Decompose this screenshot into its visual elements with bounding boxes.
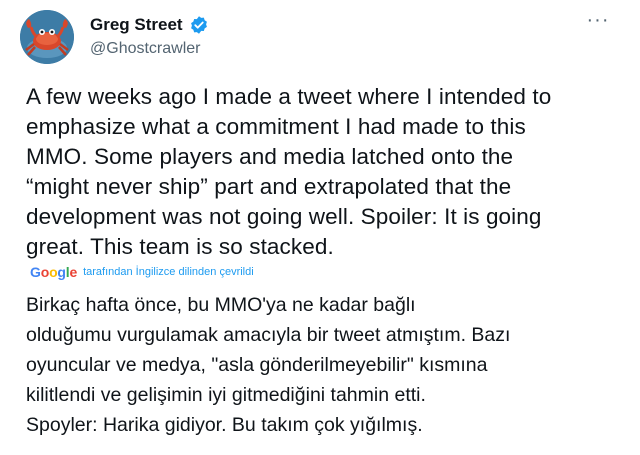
translation-attribution: Google tarafından İngilizce dilinden çev… xyxy=(30,263,254,281)
translated-tweet-text: Birkaç hafta önce, bu MMO'ya ne kadar ba… xyxy=(26,294,511,436)
tweet-card: Greg Street @Ghostcrawler ··· A few week… xyxy=(0,0,640,455)
crab-avatar-icon[interactable] xyxy=(20,10,74,64)
verified-badge-icon xyxy=(189,15,209,35)
author-name-row: Greg Street xyxy=(90,14,209,36)
tweet-text: A few weeks ago I made a tweet where I i… xyxy=(26,84,552,259)
author-handle[interactable]: @Ghostcrawler xyxy=(90,40,209,58)
author-display-name[interactable]: Greg Street xyxy=(90,15,183,35)
google-logo-icon: Google xyxy=(30,264,78,280)
tweet-header: Greg Street @Ghostcrawler ··· xyxy=(20,10,620,64)
translation-note-link[interactable]: tarafından İngilizce dilinden çevrildi xyxy=(83,266,254,278)
more-options-icon[interactable]: ··· xyxy=(584,10,612,34)
author-block: Greg Street @Ghostcrawler xyxy=(90,14,209,58)
